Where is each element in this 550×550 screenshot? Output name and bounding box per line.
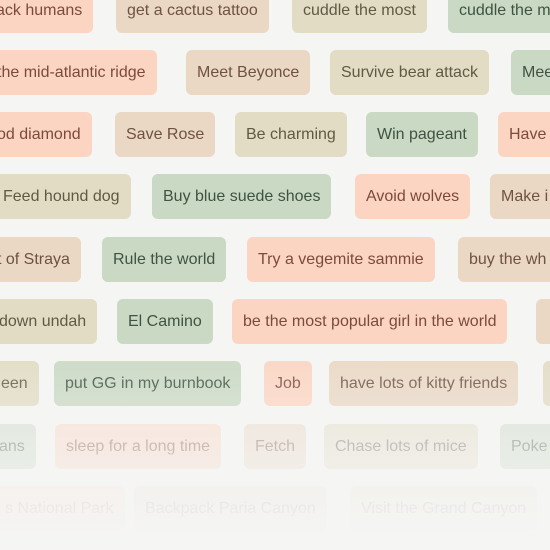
tag-label: cuddle the most — [303, 2, 416, 19]
tag-label: Be charming — [246, 126, 336, 143]
tag-label: Avoid wolves — [366, 188, 460, 205]
tag-have[interactable]: Have — [498, 112, 550, 157]
tag-label: Meet Beyonce — [197, 64, 300, 81]
tag-buy-the-wh[interactable]: buy the wh — [458, 237, 550, 282]
tag-chase-lots-of-mice[interactable]: Chase lots of mice — [324, 424, 478, 469]
tag-survive-bear-attack[interactable]: Survive bear attack — [330, 50, 489, 95]
tag-cuddle-the-m[interactable]: cuddle the m — [448, 0, 550, 33]
tag-label: Feed hound dog — [3, 188, 120, 205]
tag-label: Make i — [501, 188, 549, 205]
tag-label: cuddle the m — [459, 2, 550, 19]
tag-label: t of Straya — [0, 251, 70, 268]
tag-cloud-board: ack humans get a cactus tattoo cuddle th… — [0, 0, 550, 550]
tag-put-gg-in-my-burnbook[interactable]: put GG in my burnbook — [54, 361, 242, 406]
tag-be-charming[interactable]: Be charming — [235, 112, 347, 157]
tag-poke[interactable]: Poke — [500, 424, 550, 469]
tag-partial-edge[interactable] — [536, 299, 550, 344]
tag-mid-atlantic-ridge[interactable]: the mid-atlantic ridge — [0, 50, 157, 95]
tag-label: be the most popular girl in the world — [243, 313, 497, 330]
tag-meet-beyonce[interactable]: Meet Beyonce — [186, 50, 311, 95]
tag-job[interactable]: Job — [264, 361, 312, 406]
tag-label: the mid-atlantic ridge — [0, 64, 146, 81]
tag-label: ack humans — [0, 2, 83, 19]
tag-get-a-cactus-tattoo[interactable]: get a cactus tattoo — [116, 0, 269, 33]
tag-label: Chase lots of mice — [335, 438, 467, 455]
tag-label: put GG in my burnbook — [65, 375, 231, 392]
tag-label: have lots of kitty friends — [340, 375, 508, 392]
tag-ack-humans[interactable]: ack humans — [0, 0, 94, 33]
tag-ans[interactable]: ans — [0, 424, 36, 469]
tag-label: od diamond — [0, 126, 81, 143]
tag-label: down undah — [0, 313, 87, 330]
tag-sleep-for-a-long-time[interactable]: sleep for a long time — [55, 424, 222, 469]
tag-feed-hound-dog[interactable]: Feed hound dog — [0, 174, 131, 219]
tag-od-diamond[interactable]: od diamond — [0, 112, 92, 157]
tag-label: een — [1, 375, 28, 392]
tag-backpack-paria-canyon[interactable]: Backpack Paria Canyon — [134, 486, 327, 531]
tag-win-pageant[interactable]: Win pageant — [366, 112, 478, 157]
tag-label: Buy blue suede shoes — [163, 188, 321, 205]
tag-label: Save Rose — [126, 126, 205, 143]
tag-el-camino[interactable]: El Camino — [117, 299, 213, 344]
tag-label: get a cactus tattoo — [127, 2, 258, 19]
tag-make-i[interactable]: Make i — [490, 174, 550, 219]
tag-label: Visit the Grand Canyon — [361, 500, 527, 517]
tag-fetch[interactable]: Fetch — [244, 424, 307, 469]
tag-label: s National Park — [5, 500, 114, 517]
tag-most-popular-girl[interactable]: be the most popular girl in the world — [232, 299, 508, 344]
tag-label: Try a vegemite sammie — [258, 251, 424, 268]
tag-cuddle-the-most[interactable]: cuddle the most — [292, 0, 427, 33]
tag-label: Have — [509, 126, 547, 143]
tag-label: Fetch — [255, 438, 296, 455]
tag-label: Rule the world — [113, 251, 216, 268]
tag-label: Mee — [522, 64, 550, 81]
tag-national-park[interactable]: s National Park — [0, 486, 125, 531]
tag-label: Win pageant — [377, 126, 467, 143]
tag-label: Survive bear attack — [341, 64, 478, 81]
tag-buy-blue-suede-shoes[interactable]: Buy blue suede shoes — [152, 174, 332, 219]
tag-partial-edge-2[interactable] — [543, 361, 550, 406]
tag-down-undah[interactable]: down undah — [0, 299, 98, 344]
tag-label: Backpack Paria Canyon — [145, 500, 316, 517]
tag-save-rose[interactable]: Save Rose — [115, 112, 216, 157]
tag-label: El Camino — [128, 313, 202, 330]
tag-rule-the-world[interactable]: Rule the world — [102, 237, 227, 282]
tag-label: sleep for a long time — [66, 438, 211, 455]
tag-label: ans — [0, 438, 25, 455]
tag-have-lots-of-kitty-friends[interactable]: have lots of kitty friends — [329, 361, 519, 406]
tag-try-a-vegemite-sammie[interactable]: Try a vegemite sammie — [247, 237, 435, 282]
tag-of-straya[interactable]: t of Straya — [0, 237, 81, 282]
tag-label: Poke — [511, 438, 548, 455]
tag-label: Job — [275, 375, 301, 392]
tag-een[interactable]: een — [0, 361, 39, 406]
tag-mee[interactable]: Mee — [511, 50, 550, 95]
tag-avoid-wolves[interactable]: Avoid wolves — [355, 174, 471, 219]
tag-label: buy the wh — [469, 251, 547, 268]
tag-visit-the-grand-canyon[interactable]: Visit the Grand Canyon — [350, 486, 538, 531]
